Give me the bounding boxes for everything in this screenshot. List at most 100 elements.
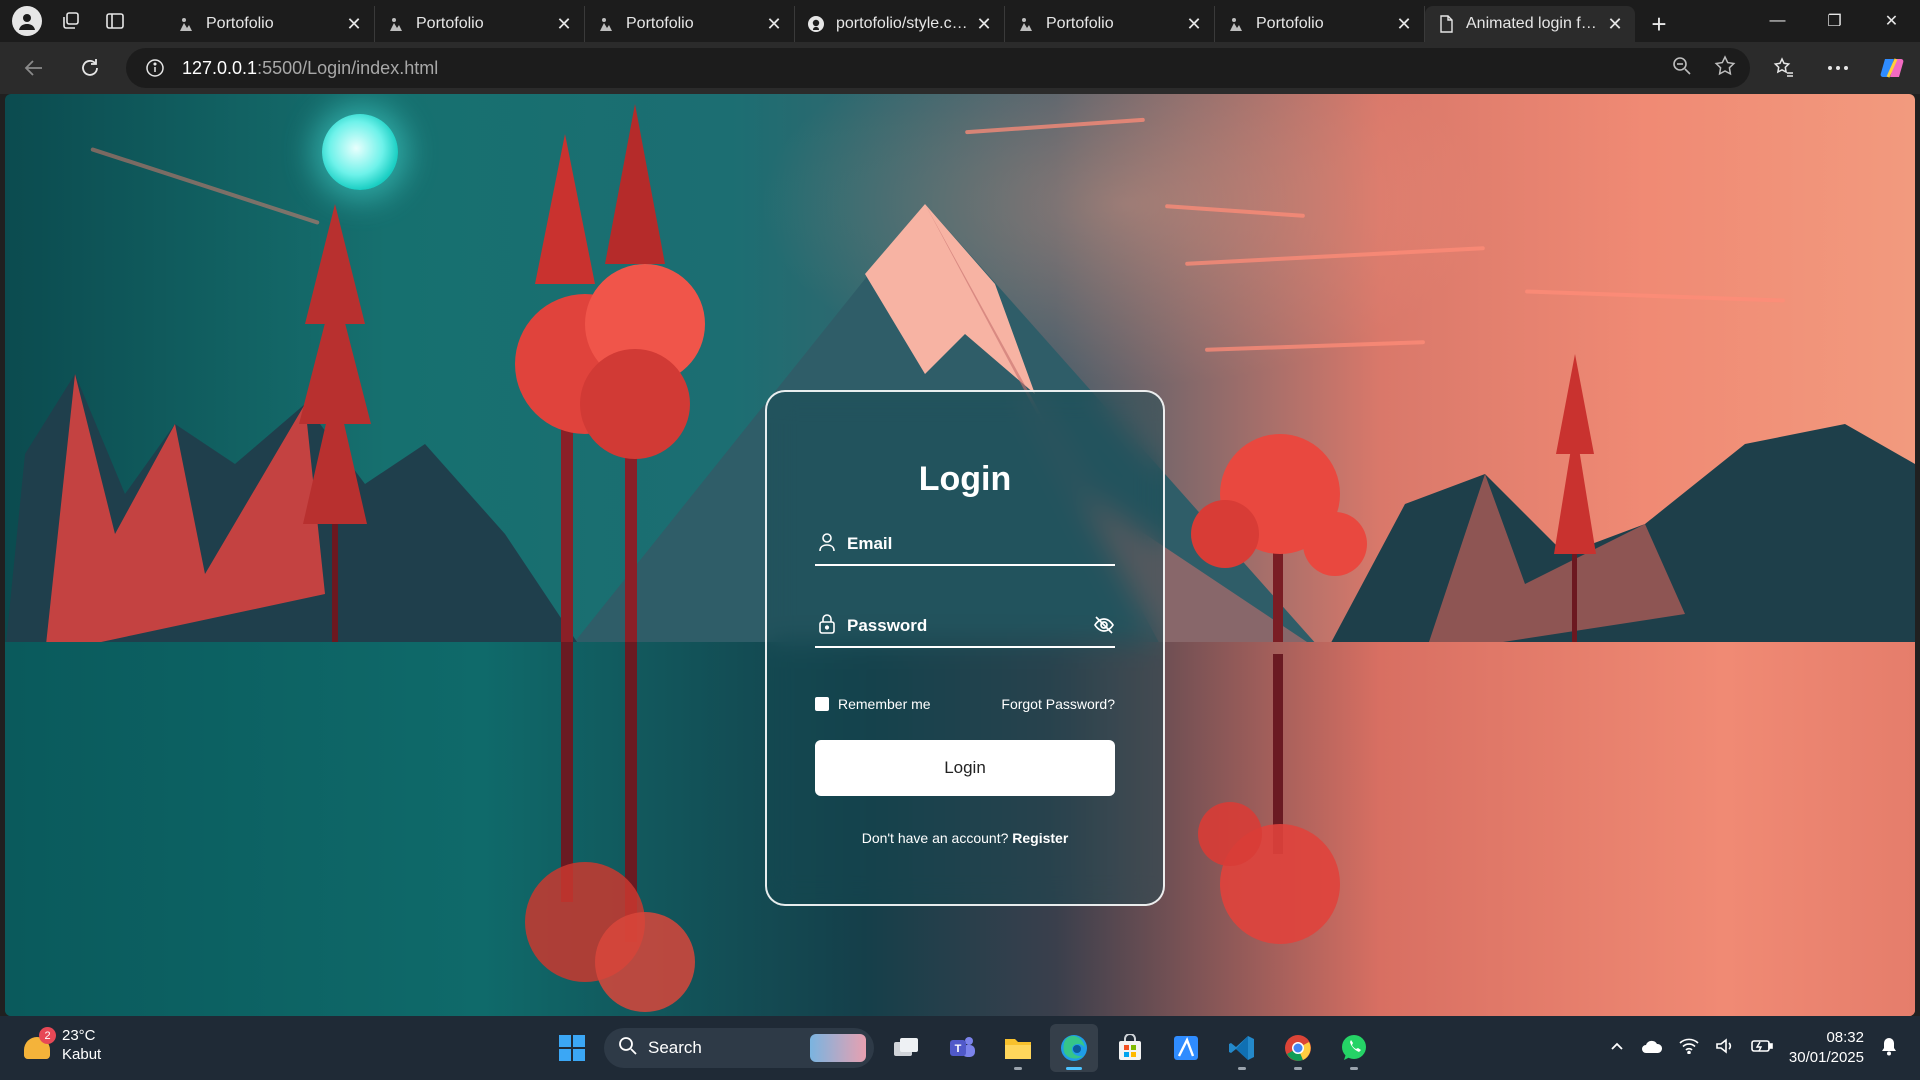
- onedrive-cloud-icon[interactable]: [1641, 1038, 1663, 1059]
- password-label: Password: [847, 616, 928, 635]
- email-field[interactable]: Email: [815, 522, 1115, 566]
- password-field[interactable]: Password: [815, 604, 1115, 648]
- edge-browser-icon[interactable]: [1050, 1024, 1098, 1072]
- microsoft-store-icon[interactable]: [1106, 1024, 1154, 1072]
- more-options-icon[interactable]: [1818, 48, 1858, 88]
- search-highlight-art: [810, 1034, 866, 1062]
- tab-title: Portofolio: [1046, 15, 1114, 32]
- site-info-icon[interactable]: [144, 57, 166, 79]
- clock[interactable]: 08:32 30/01/2025: [1789, 1028, 1864, 1068]
- browser-tab[interactable]: Portofolio ✕: [375, 6, 585, 42]
- browser-tab-active[interactable]: Animated login form ✕: [1425, 6, 1635, 42]
- volume-icon[interactable]: [1715, 1037, 1735, 1059]
- login-card: Login Email Password Remember me Forgot …: [765, 390, 1165, 906]
- remember-me-label: Remember me: [838, 696, 931, 712]
- close-tab-icon[interactable]: ✕: [1605, 14, 1625, 34]
- file-explorer-icon[interactable]: [994, 1024, 1042, 1072]
- restore-icon[interactable]: ❐: [1806, 0, 1863, 42]
- minimize-icon[interactable]: —: [1749, 0, 1806, 42]
- portfolio-favicon-icon: [387, 15, 405, 33]
- browser-tab[interactable]: Portofolio ✕: [585, 6, 795, 42]
- chevron-up-icon[interactable]: [1609, 1038, 1625, 1059]
- notification-bell-icon[interactable]: [1880, 1036, 1898, 1061]
- favorites-list-icon[interactable]: [1764, 48, 1804, 88]
- remember-me[interactable]: Remember me: [815, 696, 931, 712]
- whatsapp-icon[interactable]: [1330, 1024, 1378, 1072]
- window-controls: — ❐ ✕: [1749, 0, 1920, 42]
- pine-tree-right: [1554, 354, 1596, 654]
- close-tab-icon[interactable]: ✕: [1394, 14, 1414, 34]
- browser-toolbar-right: [1764, 48, 1912, 88]
- tab-title: Portofolio: [416, 15, 484, 32]
- close-tab-icon[interactable]: ✕: [974, 14, 994, 34]
- email-label: Email: [847, 534, 893, 553]
- chrome-icon[interactable]: [1274, 1024, 1322, 1072]
- login-button[interactable]: Login: [815, 740, 1115, 796]
- moon: [322, 114, 398, 190]
- tab-bar-left-controls: [0, 6, 165, 36]
- weather-temp: 23°C: [62, 1027, 96, 1044]
- browser-tab[interactable]: Portofolio ✕: [1215, 6, 1425, 42]
- user-icon: [817, 532, 837, 552]
- portfolio-favicon-icon: [597, 15, 615, 33]
- login-title: Login: [918, 460, 1012, 498]
- wifi-icon[interactable]: [1679, 1038, 1699, 1059]
- browser-tab[interactable]: portofolio/style.css a ✕: [795, 6, 1005, 42]
- weather-widget[interactable]: 2 23°C Kabut: [22, 1026, 101, 1064]
- tab-title: Portofolio: [1256, 15, 1324, 32]
- workspaces-icon[interactable]: [56, 6, 86, 36]
- address-bar[interactable]: 127.0.0.1:5500/Login/index.html: [126, 48, 1750, 88]
- profile-avatar-icon[interactable]: [12, 6, 42, 36]
- url-host: 127.0.0.1: [182, 57, 258, 78]
- eye-off-icon[interactable]: [1093, 614, 1115, 636]
- page-icon: [1437, 15, 1455, 33]
- taskbar: 2 23°C Kabut Search T 08:32 30/01/2025: [0, 1016, 1920, 1080]
- refresh-icon[interactable]: [70, 48, 110, 88]
- lock-icon: [817, 614, 837, 634]
- browser-tab[interactable]: Portofolio ✕: [1005, 6, 1215, 42]
- task-view-icon[interactable]: [882, 1024, 930, 1072]
- zoom-out-icon[interactable]: [1672, 56, 1692, 81]
- azure-data-studio-icon[interactable]: [1162, 1024, 1210, 1072]
- portfolio-favicon-icon: [1227, 15, 1245, 33]
- clock-time: 08:32: [1826, 1029, 1864, 1046]
- vscode-icon[interactable]: [1218, 1024, 1266, 1072]
- copilot-icon[interactable]: [1872, 48, 1912, 88]
- cloud-streak: [1525, 289, 1785, 303]
- close-tab-icon[interactable]: ✕: [1184, 14, 1204, 34]
- register-link[interactable]: Register: [1012, 830, 1068, 846]
- search-icon: [618, 1036, 638, 1061]
- close-tab-icon[interactable]: ✕: [344, 14, 364, 34]
- vertical-tabs-icon[interactable]: [100, 6, 130, 36]
- portfolio-favicon-icon: [1017, 15, 1035, 33]
- forgot-password-link[interactable]: Forgot Password?: [1001, 696, 1115, 712]
- cloud-streak: [90, 147, 320, 225]
- taskbar-search[interactable]: Search: [604, 1028, 874, 1068]
- tree-reflection-right: [1198, 654, 1340, 944]
- new-tab-button[interactable]: +: [1639, 6, 1679, 42]
- tab-title: Animated login form: [1466, 15, 1605, 32]
- close-window-icon[interactable]: ✕: [1863, 0, 1920, 42]
- teams-icon[interactable]: T: [938, 1024, 986, 1072]
- taskbar-apps: Search T: [548, 1024, 1378, 1072]
- favorite-star-icon[interactable]: [1714, 54, 1736, 82]
- cloud-streak: [965, 117, 1145, 135]
- address-bar-actions: [1672, 48, 1736, 88]
- clock-date: 30/01/2025: [1788, 1049, 1864, 1066]
- close-tab-icon[interactable]: ✕: [554, 14, 574, 34]
- weather-desc: Kabut: [62, 1046, 102, 1063]
- remember-me-checkbox[interactable]: [815, 697, 829, 711]
- red-tree-large: [515, 104, 705, 644]
- weather-badge: 2: [39, 1027, 56, 1044]
- back-arrow-icon[interactable]: [14, 48, 54, 88]
- right-hills: [1325, 424, 1915, 654]
- portfolio-favicon-icon: [177, 15, 195, 33]
- pine-tree: [299, 204, 371, 644]
- url-path: :5500/Login/index.html: [257, 57, 439, 78]
- browser-tab[interactable]: Portofolio ✕: [165, 6, 375, 42]
- tab-title: Portofolio: [206, 15, 274, 32]
- battery-icon[interactable]: [1751, 1038, 1773, 1059]
- start-windows-icon[interactable]: [548, 1024, 596, 1072]
- system-tray: 08:32 30/01/2025: [1609, 1016, 1898, 1080]
- close-tab-icon[interactable]: ✕: [764, 14, 784, 34]
